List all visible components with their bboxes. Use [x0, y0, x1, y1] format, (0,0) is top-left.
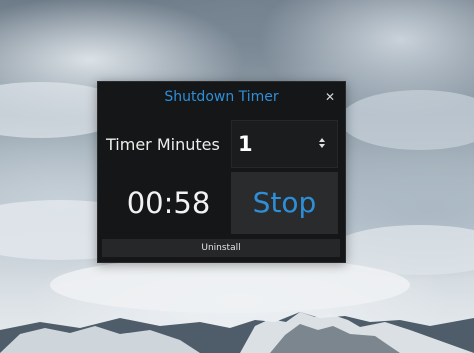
window-title: Shutdown Timer: [164, 89, 279, 105]
up-down-arrows-icon[interactable]: [318, 136, 326, 150]
shutdown-timer-window: Shutdown Timer ✕ Timer Minutes 1 00:58 S…: [97, 81, 346, 263]
close-button[interactable]: ✕: [321, 88, 339, 106]
uninstall-button[interactable]: Uninstall: [102, 239, 340, 257]
minutes-value: 1: [238, 132, 253, 156]
stop-button[interactable]: Stop: [231, 172, 338, 234]
minutes-stepper[interactable]: 1: [231, 120, 338, 168]
close-icon: ✕: [324, 90, 336, 104]
countdown-display: 00:58: [126, 186, 211, 220]
title-bar[interactable]: Shutdown Timer ✕: [98, 82, 345, 112]
timer-minutes-label: Timer Minutes: [106, 135, 220, 154]
